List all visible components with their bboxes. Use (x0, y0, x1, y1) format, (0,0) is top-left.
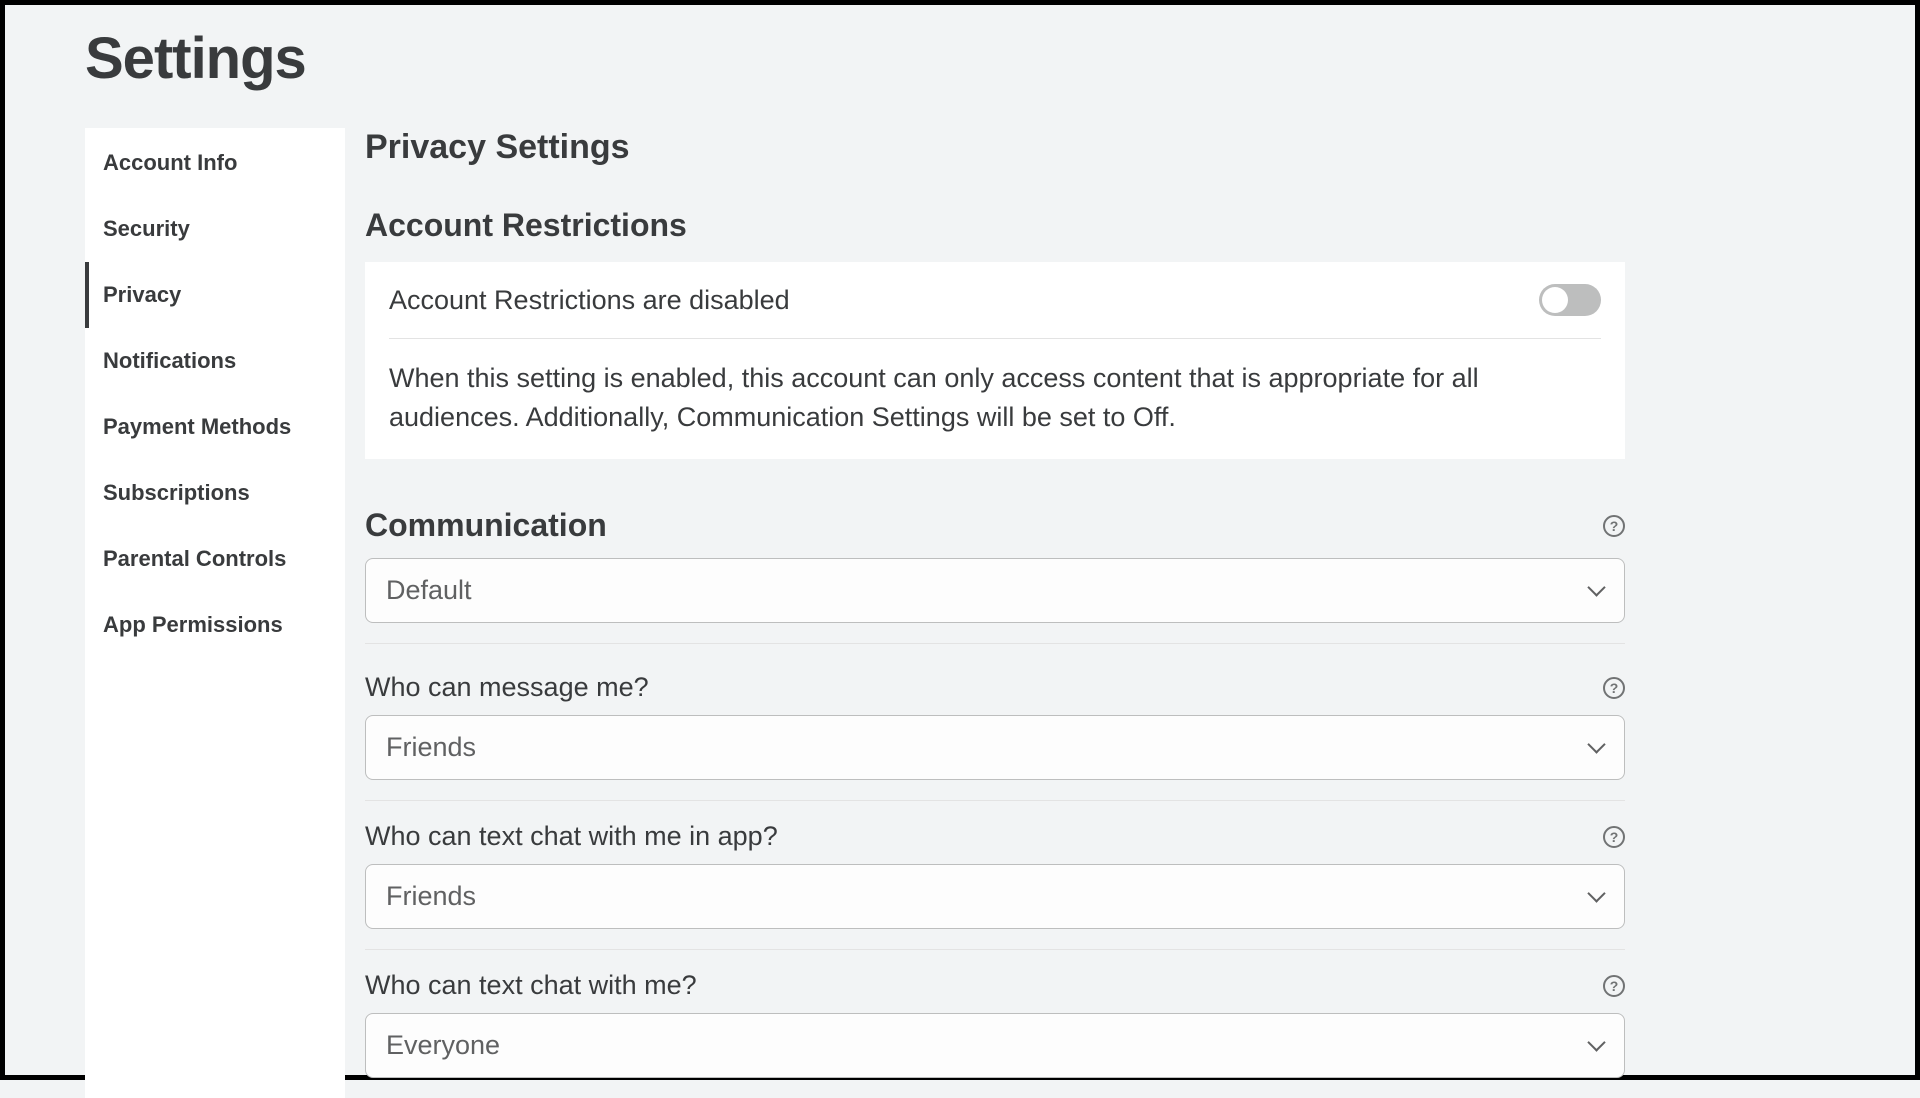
section-title: Privacy Settings (365, 128, 1625, 167)
account-restrictions-card: Account Restrictions are disabled When t… (365, 262, 1625, 459)
select-value: Default (386, 575, 472, 606)
who-can-text-chat-select[interactable]: Everyone (365, 1013, 1625, 1078)
page-title: Settings (85, 25, 1835, 92)
sidebar-item-notifications[interactable]: Notifications (85, 328, 345, 394)
communication-heading: Communication (365, 507, 607, 544)
who-can-text-chat-in-app-label: Who can text chat with me in app? (365, 821, 778, 852)
sidebar-item-payment-methods[interactable]: Payment Methods (85, 394, 345, 460)
communication-default-select[interactable]: Default (365, 558, 1625, 623)
select-value: Friends (386, 881, 476, 912)
select-value: Everyone (386, 1030, 500, 1061)
help-icon[interactable]: ? (1603, 975, 1625, 997)
help-icon[interactable]: ? (1603, 826, 1625, 848)
select-value: Friends (386, 732, 476, 763)
account-restrictions-status: Account Restrictions are disabled (389, 285, 790, 316)
account-restrictions-heading: Account Restrictions (365, 207, 1625, 244)
sidebar-item-parental-controls[interactable]: Parental Controls (85, 526, 345, 592)
help-icon[interactable]: ? (1603, 515, 1625, 537)
main-content: Privacy Settings Account Restrictions Ac… (365, 128, 1625, 1098)
chevron-down-icon (1588, 889, 1604, 905)
settings-sidebar: Account Info Security Privacy Notificati… (85, 128, 345, 1098)
sidebar-item-security[interactable]: Security (85, 196, 345, 262)
sidebar-item-subscriptions[interactable]: Subscriptions (85, 460, 345, 526)
toggle-knob (1542, 287, 1568, 313)
sidebar-item-privacy[interactable]: Privacy (85, 262, 345, 328)
chevron-down-icon (1588, 1038, 1604, 1054)
account-restrictions-description: When this setting is enabled, this accou… (389, 339, 1479, 437)
who-can-message-select[interactable]: Friends (365, 715, 1625, 780)
who-can-text-chat-in-app-select[interactable]: Friends (365, 864, 1625, 929)
who-can-message-label: Who can message me? (365, 672, 649, 703)
help-icon[interactable]: ? (1603, 677, 1625, 699)
sidebar-item-account-info[interactable]: Account Info (85, 130, 345, 196)
account-restrictions-toggle[interactable] (1539, 284, 1601, 316)
who-can-text-chat-label: Who can text chat with me? (365, 970, 697, 1001)
chevron-down-icon (1588, 583, 1604, 599)
sidebar-item-app-permissions[interactable]: App Permissions (85, 592, 345, 658)
chevron-down-icon (1588, 740, 1604, 756)
